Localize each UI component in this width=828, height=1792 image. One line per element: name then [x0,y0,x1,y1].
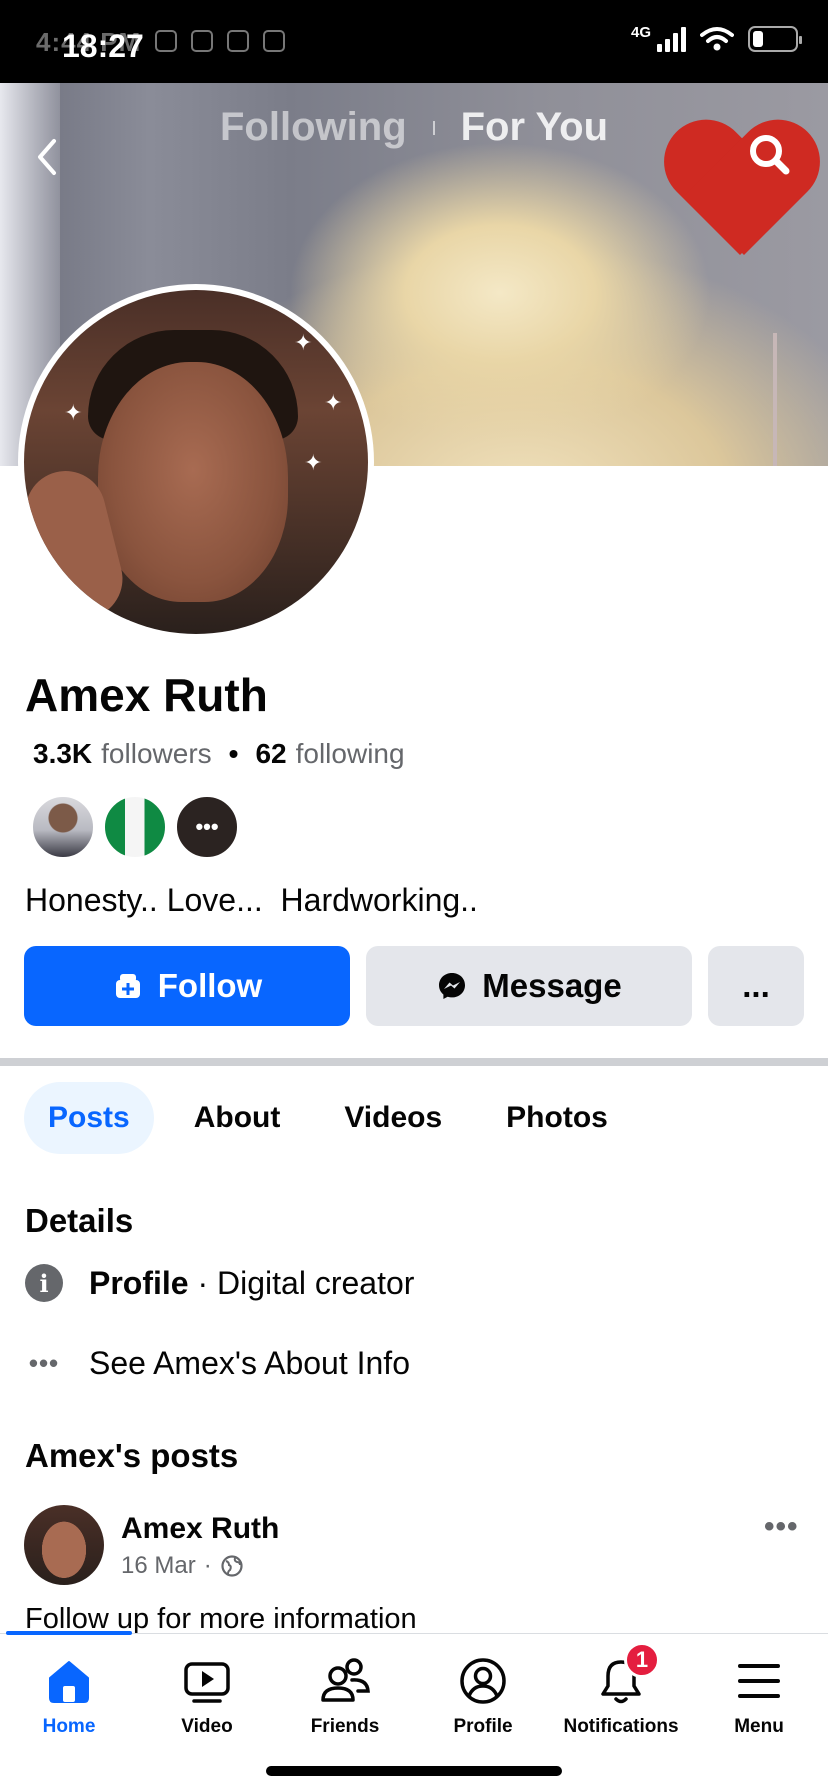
message-label: Message [482,967,622,1004]
status-notification-icons [155,30,285,52]
post-author-avatar[interactable] [24,1505,104,1585]
messenger-icon [439,973,466,999]
post-meta: 16 Mar · [121,1552,244,1580]
tab-posts[interactable]: Posts [24,1082,154,1154]
tab-videos[interactable]: Videos [320,1082,466,1154]
battery-icon [748,26,802,52]
nav-notifications[interactable]: 1 Notifications [552,1642,690,1738]
tab-photos[interactable]: Photos [482,1082,632,1154]
nav-notifications-label: Notifications [563,1716,679,1737]
about-link-label: See Amex's About Info [89,1344,410,1381]
detail-profile-category: i Profile · Digital creator [25,1264,414,1302]
tab-for-you[interactable]: For You [461,105,608,150]
message-button[interactable]: Message [366,946,692,1026]
profile-stats: 3.3K followers • 62 following [33,738,405,770]
facebook-status-icon [227,30,249,52]
signal-icon [657,26,686,52]
menu-icon [738,1664,780,1698]
more-dots-icon: ••• [28,1347,60,1378]
friends-icon [321,1658,370,1702]
profile-name: Amex Ruth [25,669,268,721]
nav-video[interactable]: Video [138,1654,276,1738]
profile-icon [460,1658,506,1704]
post-meta-separator: · [203,1552,212,1579]
nav-profile-label: Profile [453,1716,513,1737]
nav-home[interactable]: Home [0,1654,138,1738]
follow-label: Follow [157,967,263,1004]
globe-icon [221,1555,243,1577]
notification-status-icon [191,30,213,52]
post-author-name[interactable]: Amex Ruth [121,1512,279,1546]
status-indicators: 4G [630,23,802,52]
chevron-left-icon [38,139,56,175]
following-count[interactable]: 62 [255,738,286,770]
nav-video-label: Video [181,1716,233,1737]
followers-label[interactable]: followers [101,738,211,770]
more-icon: ... [742,967,770,1004]
back-button[interactable] [30,129,70,185]
nav-menu-label: Menu [734,1716,784,1737]
detail-category: · Digital creator [188,1264,415,1301]
featured-images: ••• [31,795,239,859]
profile-avatar[interactable]: ✦ ✦ ✦ ✦ [24,290,368,634]
see-about-info-link[interactable]: ••• See Amex's About Info [25,1344,410,1382]
wifi-icon [700,27,734,51]
post-more-button[interactable]: ••• [764,1510,804,1543]
notification-status-icon [155,30,177,52]
detail-profile-label: Profile [89,1264,189,1301]
followers-count[interactable]: 3.3K [33,738,92,770]
section-divider [0,1058,828,1066]
notification-badge: 1 [624,1642,660,1678]
status-time: 18:27 [62,28,144,64]
search-button[interactable] [740,125,800,185]
nav-menu[interactable]: Menu [690,1654,828,1738]
home-icon [49,1661,89,1703]
active-tab-indicator [6,1631,132,1635]
status-bar: 4:44 PM 18:27 4G [0,0,828,83]
video-icon [184,1662,230,1703]
tab-about[interactable]: About [170,1082,305,1154]
nav-friends[interactable]: Friends [276,1654,414,1738]
more-options-button[interactable]: ... [708,946,804,1026]
tab-following[interactable]: Following [220,105,407,150]
home-indicator[interactable] [266,1766,562,1776]
network-type: 4G [630,23,651,41]
follow-icon [115,974,140,998]
profile-bio: Honesty.. Love... Hardworking.. [25,882,478,918]
activity-status-icon [263,30,285,52]
posts-heading: Amex's posts [25,1437,239,1474]
search-icon [750,135,790,175]
featured-more-button[interactable]: ••• [175,795,239,859]
follow-button[interactable]: Follow [24,946,350,1026]
featured-image-flag[interactable] [103,795,167,859]
nav-home-label: Home [42,1716,96,1737]
nav-profile[interactable]: Profile [414,1654,552,1738]
details-heading: Details [25,1202,134,1239]
nav-friends-label: Friends [310,1716,380,1737]
info-icon: i [25,1264,63,1302]
post-date[interactable]: 16 Mar [121,1552,196,1580]
featured-image-person[interactable] [31,795,95,859]
following-label[interactable]: following [296,738,405,770]
feed-tabs: Following For You [220,105,608,150]
profile-tabs: Posts About Videos Photos [24,1082,632,1154]
